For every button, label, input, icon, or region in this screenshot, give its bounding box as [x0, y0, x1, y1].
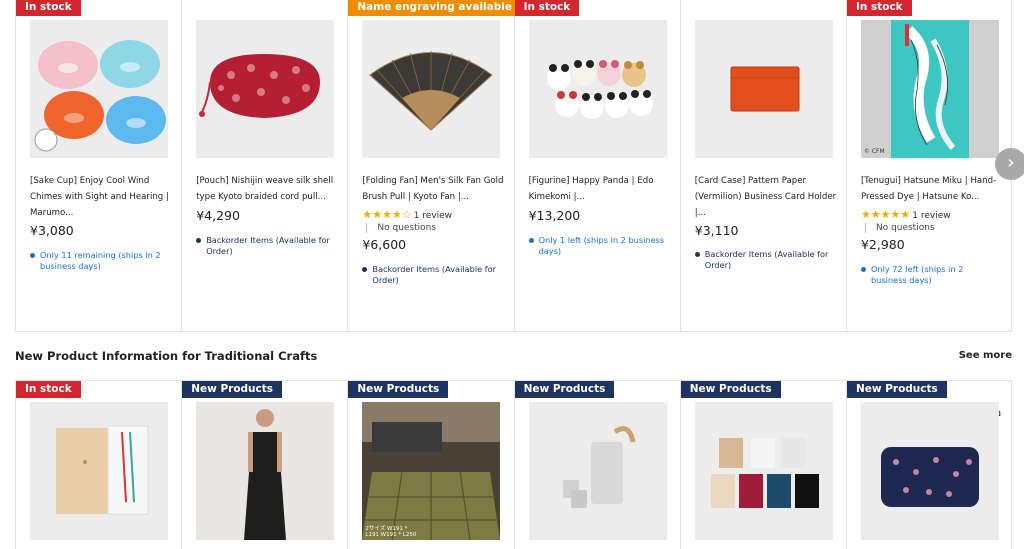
product-title[interactable]: [Tenugui] Hatsune Miku | Hand-Pressed Dy… [861, 173, 1003, 205]
product-image[interactable] [196, 20, 335, 158]
status-dot-icon [362, 267, 368, 272]
status-badge: In stock [514, 0, 580, 16]
product-card[interactable]: New Products [182, 381, 349, 549]
product-image[interactable] [860, 402, 999, 540]
product-title[interactable]: [Pouch] Nishijin weave silk shell type K… [196, 173, 338, 205]
product-image[interactable]: © CFM [860, 20, 999, 158]
stock-status: Backorder Items (Available for Order) [196, 235, 336, 256]
stock-status: Only 11 remaining (ships in 2 business d… [30, 250, 170, 271]
new-products-badge: New Products [182, 381, 283, 398]
product-price: ¥4,290 [196, 208, 240, 223]
rating-stars[interactable]: ★★★★☆ 1 review [362, 208, 452, 221]
status-badge: In stock [846, 0, 912, 16]
new-products-badge: New Products [680, 381, 781, 398]
status-badge: In stock [16, 381, 81, 398]
stock-status: Only 1 left (ships in 2 business days) [528, 235, 669, 256]
product-title[interactable]: [Card Case] Pattern Paper (Vermilion) Bu… [695, 173, 837, 221]
product-title[interactable]: [Folding Fan] Men's Silk Fan Gold Brush … [362, 173, 504, 205]
product-card[interactable]: [Pouch] Nishijin weave silk shell type K… [182, 0, 349, 331]
status-dot-icon [694, 252, 700, 257]
product-card[interactable]: In stock [Sake Cup] Enjoy Cool Wind Chim… [16, 0, 183, 331]
new-products-badge: New Products [348, 381, 449, 398]
product-card[interactable]: New Products ⌂ [846, 381, 1013, 549]
product-price: ¥6,600 [362, 237, 407, 252]
product-carousel-top: In stock [Sake Cup] Enjoy Cool Wind Chim… [15, 0, 1012, 332]
product-card[interactable]: In stock [Figurine] Happy Panda | Edo Ki… [514, 0, 681, 331]
rating-stars[interactable]: ★★★★★ 1 review [861, 208, 951, 221]
question-count[interactable]: No questions [864, 223, 935, 233]
product-title[interactable]: [Figurine] Happy Panda | Edo Kimekomi |.… [529, 173, 671, 205]
product-image[interactable] [694, 20, 833, 158]
status-dot-icon [860, 267, 866, 272]
product-price: ¥3,080 [30, 223, 74, 238]
review-count[interactable]: 1 review [414, 211, 452, 221]
product-card[interactable]: In stock [16, 381, 183, 549]
product-image[interactable]: 2サイズ W191 * L191 W191 * L250 [362, 402, 501, 540]
product-image[interactable] [528, 20, 667, 158]
product-title[interactable]: [Sake Cup] Enjoy Cool Wind Chimes with S… [30, 173, 172, 221]
review-count[interactable]: 1 review [912, 211, 950, 221]
product-card[interactable]: [Card Case] Pattern Paper (Vermilion) Bu… [681, 0, 847, 331]
product-price: ¥13,200 [528, 208, 581, 223]
product-image[interactable] [528, 402, 667, 540]
new-products-badge: New Products [846, 381, 947, 398]
product-card[interactable]: Name engraving available [Folding Fan] M… [348, 0, 521, 331]
status-dot-icon [196, 238, 202, 243]
section-title: New Product Information for Traditional … [15, 349, 318, 363]
see-more-link[interactable]: See more [959, 350, 1012, 361]
product-image[interactable] [196, 402, 335, 540]
product-card[interactable]: New Products 2サイズ W191 * L191 W191 * L25… [348, 381, 515, 549]
image-caption: © CFM [863, 148, 885, 155]
engraving-badge: Name engraving available [348, 0, 521, 16]
product-image[interactable] [30, 20, 168, 158]
product-price: ¥3,110 [694, 223, 739, 238]
status-badge: In stock [16, 0, 81, 16]
chevron-right-icon[interactable]: › [995, 148, 1024, 180]
status-dot-icon [528, 238, 534, 243]
product-price: ¥2,980 [860, 237, 905, 252]
status-dot-icon [30, 253, 35, 258]
new-products-badge: New Products [514, 381, 615, 398]
product-card[interactable]: In stock © CFM [Tenugui] Hatsune Miku | … [846, 0, 1013, 331]
stock-status: Only 72 left (ships in 2 business days) [860, 264, 1001, 285]
stock-status: Backorder Items (Available for Order) [694, 249, 835, 270]
image-caption: 2サイズ W191 * L191 W191 * L250 [365, 526, 417, 538]
question-count[interactable]: No questions [366, 223, 436, 233]
product-image[interactable] [694, 402, 833, 540]
product-image[interactable] [362, 20, 501, 158]
product-carousel-new: In stock New Products New Products 2サイズ … [15, 380, 1012, 549]
product-card[interactable]: New Products [514, 381, 681, 549]
stock-status: Backorder Items (Available for Order) [362, 264, 502, 285]
product-card[interactable]: New Products [680, 381, 847, 549]
product-image[interactable] [30, 402, 168, 540]
